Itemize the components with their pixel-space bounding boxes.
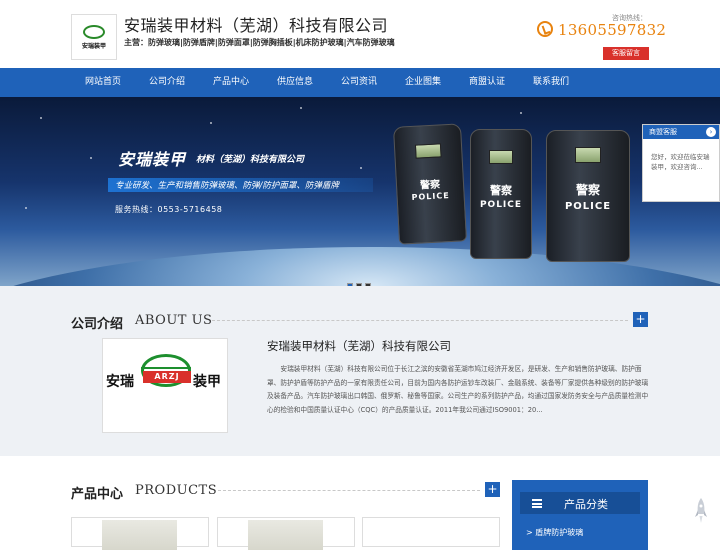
category-header-label: 产品分类 — [564, 498, 608, 511]
about-company-name[interactable]: 安瑞装甲材料（芜湖）科技有限公司 — [267, 338, 451, 354]
about-title-en: ABOUT US — [135, 313, 213, 328]
about-section: 公司介绍 ABOUT US + ARZJ 安瑞 装甲 安瑞装甲材料（芜湖）科技有… — [0, 286, 720, 456]
nav-item-certification[interactable]: 商盟认证 — [457, 68, 517, 97]
nav-item-products[interactable]: 产品中心 — [201, 68, 261, 97]
product-card[interactable] — [217, 517, 355, 550]
products-section: 产品中心 PRODUCTS + 产品分类 > 盾牌防护玻璃 — [0, 456, 720, 550]
hotline-number: 13605597832 — [558, 21, 667, 39]
logo-text: 安瑞装甲 — [81, 42, 106, 50]
main-nav: 网站首页 公司介绍 产品中心 供应信息 公司资讯 企业图集 商盟认证 联系我们 — [0, 68, 720, 97]
list-icon — [532, 499, 542, 508]
nav-item-gallery[interactable]: 企业图集 — [393, 68, 453, 97]
category-header: 产品分类 — [520, 492, 640, 514]
nav-item-news[interactable]: 公司资讯 — [329, 68, 389, 97]
logo-text-right: 装甲 — [193, 374, 221, 390]
back-to-top-icon[interactable] — [695, 497, 707, 525]
chat-title: 商盟客服 — [649, 128, 677, 136]
police-shield-image: 警察 POLICE — [470, 129, 532, 259]
product-card[interactable] — [71, 517, 209, 550]
product-thumbnail — [102, 520, 177, 550]
section-divider — [212, 320, 628, 321]
site-logo[interactable]: 安瑞装甲 — [71, 14, 117, 60]
police-shield-image: 警察 POLICE — [546, 130, 630, 262]
about-description: 安瑞装甲材料（芜湖）科技有限公司位于长江之滨的安徽省芜湖市鸠江经济开发区，是研发… — [267, 365, 649, 414]
company-logo-image[interactable]: ARZJ 安瑞 装甲 — [102, 338, 228, 433]
phone-icon — [537, 21, 553, 37]
nav-item-supply[interactable]: 供应信息 — [265, 68, 325, 97]
products-more-button[interactable]: + — [485, 482, 500, 497]
product-thumbnail — [248, 520, 323, 550]
section-divider — [218, 490, 480, 491]
banner-service-line: 服务热线：0553-5716458 — [115, 205, 223, 214]
banner-slogan: 专业研发、生产和销售防弹玻璃、防弹/防护面罩、防弹盾牌 — [115, 181, 339, 191]
nav-item-home[interactable]: 网站首页 — [73, 68, 133, 97]
about-more-button[interactable]: + — [633, 312, 648, 327]
site-header: 安瑞装甲 安瑞装甲材料（芜湖）科技有限公司 主营：防弹玻璃|防弹盾牌|防弹面罩|… — [0, 0, 720, 68]
banner-subtitle: 材料（芜湖）科技有限公司 — [196, 155, 305, 165]
about-title-cn: 公司介绍 — [71, 317, 124, 332]
nav-item-about[interactable]: 公司介绍 — [137, 68, 197, 97]
product-card[interactable] — [362, 517, 500, 547]
leave-message-button[interactable]: 客服留言 — [603, 47, 649, 60]
products-title-cn: 产品中心 — [71, 487, 124, 502]
logo-globe-icon — [83, 24, 105, 39]
banner-title: 安瑞装甲 — [118, 150, 187, 169]
police-shield-image: 警察 POLICE — [392, 123, 468, 245]
main-business-line: 主营：防弹玻璃|防弹盾牌|防弹面罩|防弹胸插板|机床防护玻璃|汽车防弹玻璃 — [124, 38, 395, 47]
company-name: 安瑞装甲材料（芜湖）科技有限公司 — [124, 16, 389, 35]
chat-expand-icon[interactable]: › — [706, 127, 716, 137]
logo-text-left: 安瑞 — [106, 374, 134, 390]
products-title-en: PRODUCTS — [135, 483, 218, 498]
logo-band: ARZJ — [143, 371, 191, 383]
nav-item-contact[interactable]: 联系我们 — [521, 68, 581, 97]
customer-service-widget[interactable]: 商盟客服 › 您好，欢迎莅临安瑞装甲，欢迎咨询... — [642, 124, 720, 202]
chat-header: 商盟客服 › — [643, 125, 719, 139]
chat-message: 您好，欢迎莅临安瑞装甲，欢迎咨询... — [651, 153, 710, 171]
category-item[interactable]: > 盾牌防护玻璃 — [526, 527, 583, 538]
hero-banner[interactable]: 安瑞装甲 材料（芜湖）科技有限公司 专业研发、生产和销售防弹玻璃、防弹/防护面罩… — [0, 97, 720, 286]
